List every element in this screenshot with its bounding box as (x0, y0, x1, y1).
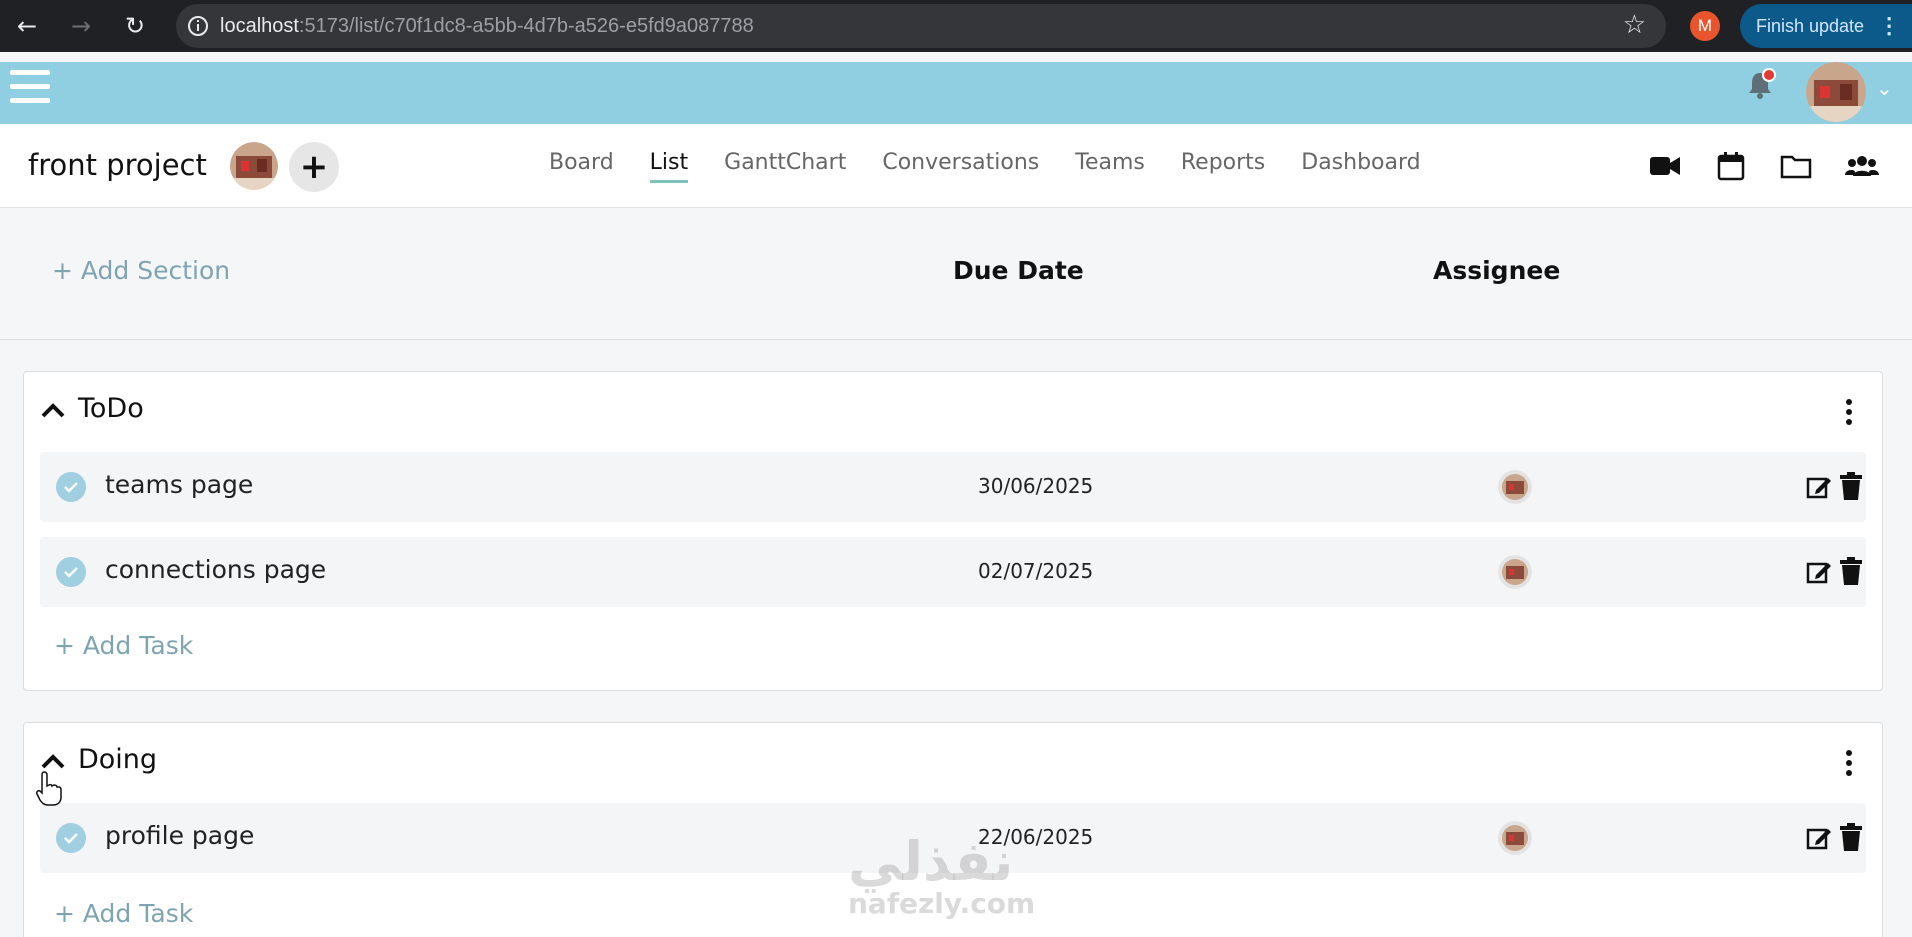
tab-reports[interactable]: Reports (1181, 150, 1265, 175)
forward-icon[interactable]: → (54, 0, 108, 52)
more-vert-icon[interactable] (1844, 748, 1854, 778)
user-avatar[interactable] (1806, 62, 1866, 122)
browser-profile-avatar[interactable]: M (1690, 11, 1720, 41)
section-title: ToDo (78, 393, 144, 424)
more-vert-icon: ⋮ (1878, 13, 1901, 38)
due-date-column-header: Due Date (953, 256, 1084, 285)
trash-icon[interactable] (1840, 823, 1862, 851)
tab-list[interactable]: List (649, 150, 689, 183)
chevron-up-icon[interactable] (38, 396, 68, 426)
task-row[interactable]: teams page 30/06/2025 (40, 452, 1866, 522)
task-name[interactable]: profile page (105, 821, 254, 850)
menu-icon[interactable] (10, 68, 52, 108)
list-column-header: + Add Section Due Date Assignee (0, 208, 1912, 340)
chevron-down-icon[interactable]: ⌄ (1876, 76, 1893, 100)
assignee-column-header: Assignee (1433, 256, 1561, 285)
edit-icon[interactable] (1806, 474, 1832, 500)
task-assignee-avatar[interactable] (1498, 821, 1532, 855)
reload-icon[interactable]: ↻ (108, 0, 162, 52)
task-complete-checkbox[interactable] (56, 823, 86, 853)
add-section-button[interactable]: + Add Section (52, 256, 230, 285)
tab-teams[interactable]: Teams (1075, 150, 1145, 175)
project-member-avatar[interactable] (230, 142, 278, 190)
hand-cursor-icon (36, 771, 62, 806)
tab-dashboard[interactable]: Dashboard (1301, 150, 1420, 175)
trash-icon[interactable] (1840, 557, 1862, 585)
add-member-button[interactable]: + (289, 142, 339, 192)
url-text: localhost:5173/list/c70f1dc8-a5bb-4d7b-a… (220, 14, 754, 37)
add-task-button[interactable]: + Add Task (54, 899, 193, 928)
video-icon[interactable] (1648, 150, 1682, 182)
site-info-icon[interactable] (176, 15, 220, 37)
task-complete-checkbox[interactable] (56, 472, 86, 502)
section-title: Doing (78, 744, 158, 775)
bookmark-star-icon[interactable]: ☆ (1623, 10, 1646, 40)
tab-board[interactable]: Board (549, 150, 614, 175)
finish-update-button[interactable]: Finish update ⋮ (1740, 4, 1912, 48)
edit-icon[interactable] (1806, 559, 1832, 585)
watermark: نفذلي nafezly.com (848, 830, 1035, 920)
task-due-date[interactable]: 02/07/2025 (978, 559, 1093, 583)
task-due-date[interactable]: 30/06/2025 (978, 474, 1093, 498)
watermark-latin: nafezly.com (848, 887, 1036, 920)
view-tabs: Board List GanttChart Conversations Team… (549, 150, 1457, 183)
tab-conversations[interactable]: Conversations (882, 150, 1039, 175)
trash-icon[interactable] (1840, 472, 1862, 500)
project-header: front project + Board List GanttChart Co… (0, 124, 1912, 208)
folder-icon[interactable] (1779, 150, 1813, 182)
task-row[interactable]: connections page 02/07/2025 (40, 537, 1866, 607)
team-icon[interactable] (1845, 150, 1879, 182)
tab-ganttchart[interactable]: GanttChart (724, 150, 846, 175)
task-complete-checkbox[interactable] (56, 557, 86, 587)
address-bar[interactable]: localhost:5173/list/c70f1dc8-a5bb-4d7b-a… (176, 4, 1666, 48)
back-icon[interactable]: ← (0, 0, 54, 52)
app-topbar: ⌄ (0, 62, 1912, 124)
edit-icon[interactable] (1806, 825, 1832, 851)
project-title: front project (28, 148, 207, 182)
task-assignee-avatar[interactable] (1498, 470, 1532, 504)
watermark-arabic: نفذلي (848, 830, 1014, 893)
section-todo: ToDo teams page 30/06/2025 connections p… (23, 371, 1883, 691)
notification-badge (1762, 68, 1776, 82)
add-task-button[interactable]: + Add Task (54, 631, 193, 660)
task-assignee-avatar[interactable] (1498, 555, 1532, 589)
more-vert-icon[interactable] (1844, 397, 1854, 427)
task-name[interactable]: connections page (105, 555, 326, 584)
calendar-icon[interactable] (1714, 150, 1748, 182)
task-name[interactable]: teams page (105, 470, 253, 499)
